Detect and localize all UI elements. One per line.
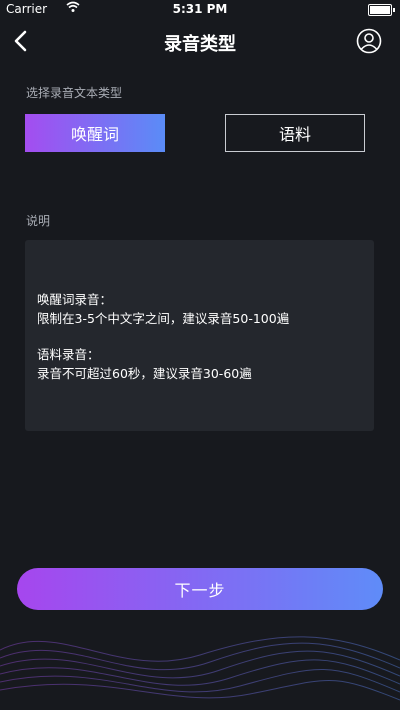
profile-button[interactable] [356,28,382,54]
status-bar: Carrier 5:31 PM [0,0,400,20]
description-panel: 唤醒词录音： 限制在3-5个中文字之间，建议录音50-100遍 语料录音： 录音… [25,240,374,431]
nav-bar: 录音类型 [0,20,400,64]
description-label: 说明 [26,214,51,228]
wake-rule: 限制在3-5个中文字之间，建议录音50-100遍 [37,311,290,326]
type-option-label: 唤醒词 [70,125,119,144]
type-option-wake-word[interactable]: 唤醒词 [25,114,165,152]
user-circle-icon [356,28,382,54]
status-time: 5:31 PM [172,2,228,16]
type-section-label: 选择录音文本类型 [26,86,123,100]
page-title: 录音类型 [164,34,236,55]
next-step-label: 下一步 [174,581,226,600]
corpus-title: 语料录音： [37,347,100,362]
wake-title: 唤醒词录音： [37,292,113,307]
type-option-label: 语料 [278,125,311,144]
decorative-wave [0,636,400,701]
type-option-corpus[interactable]: 语料 [225,114,365,152]
next-step-button[interactable]: 下一步 [17,568,383,610]
battery-icon [368,4,395,16]
corpus-rule: 录音不可超过60秒，建议录音30-60遍 [37,366,252,381]
